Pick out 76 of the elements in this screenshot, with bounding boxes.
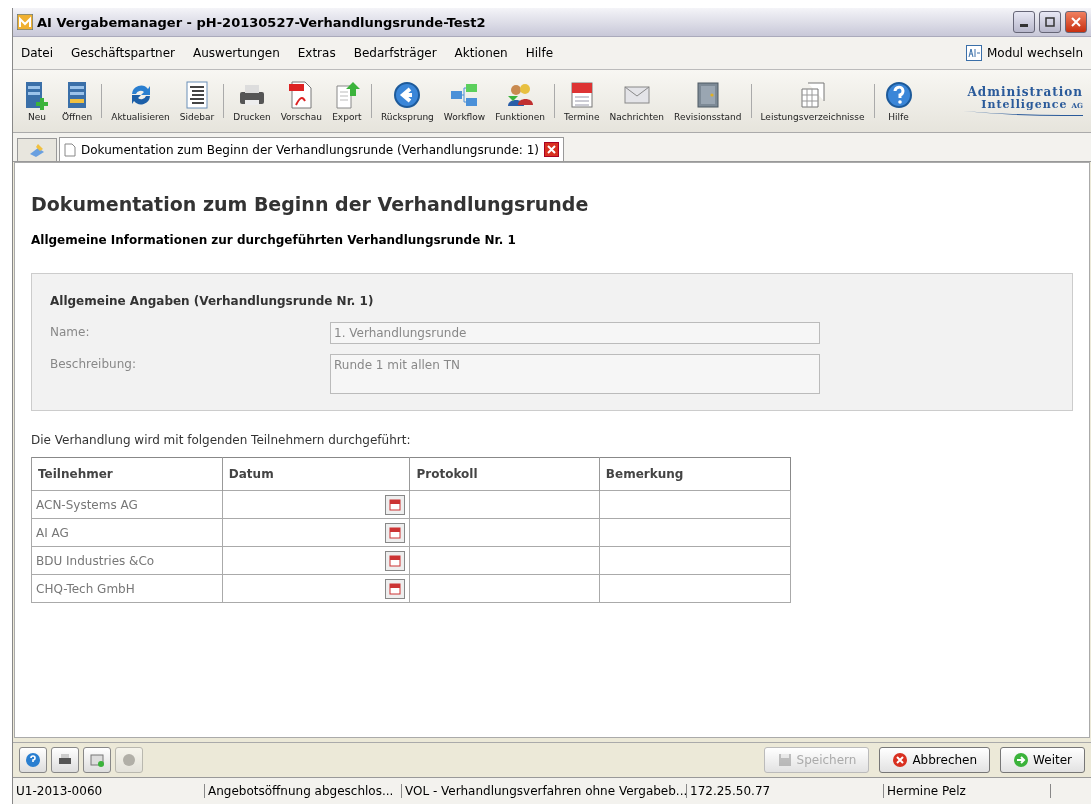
toolbar-button[interactable]: Aktualisieren <box>106 78 175 124</box>
logo-text: Intelligence <box>981 98 1068 111</box>
action-button[interactable]: Abbrechen <box>879 747 991 773</box>
participants-intro: Die Verhandlung wird mit folgenden Teilnehmern durchgeführt: <box>31 433 412 447</box>
toolbar-button[interactable]: Workflow <box>438 78 491 124</box>
calendar-button[interactable] <box>385 578 406 599</box>
toolbar-button[interactable]: Export <box>326 78 367 124</box>
document-icon <box>64 142 76 157</box>
toolbar-button[interactable]: Termine <box>558 78 605 124</box>
toolbar-button[interactable]: Vorschau <box>275 78 327 124</box>
menu-item[interactable]: Aktionen <box>454 46 508 60</box>
toolbar-button[interactable]: Nachrichten <box>604 78 670 124</box>
calendar-icon <box>389 526 402 539</box>
menu-item[interactable]: Datei <box>21 46 53 60</box>
toolbar-button[interactable]: Funktionen <box>490 78 550 124</box>
page-subtitle: Allgemeine Informationen zur durchgeführten Verhandlungsrunde Nr. 1 <box>31 233 517 247</box>
participant-cell: AI AG <box>31 518 223 547</box>
logo-text: Administration <box>967 86 1083 98</box>
toolbar-button[interactable]: Neu <box>17 78 57 124</box>
calendar-button[interactable] <box>385 494 406 515</box>
close-icon <box>546 145 556 154</box>
status-text: Hermine Pelz <box>884 784 1051 798</box>
mail-add-icon-button[interactable] <box>83 747 111 773</box>
toolbar-button[interactable]: Revisionsstand <box>669 78 747 124</box>
participant-cell: BDU Industries &Co <box>31 546 223 575</box>
window-title: AI Vergabemanager - pH-20130527-Verhandlungsrunde-Test2 <box>37 14 487 30</box>
menu-item[interactable]: Bedarfsträger <box>353 46 437 60</box>
document-tab[interactable]: Dokumentation zum Beginn der Verhandlungsrunde (Verhandlungsrunde: 1) <box>59 137 564 161</box>
calendar-button[interactable] <box>385 522 406 543</box>
menu-item[interactable]: Geschäftspartner <box>71 46 175 60</box>
status-text: VOL - Verhandlungsverfahren ohne Vergabeb... <box>402 784 687 798</box>
pen-icon <box>28 142 46 158</box>
mail-add-icon <box>89 752 105 768</box>
toolbar-button[interactable]: Hilfe <box>878 78 919 124</box>
help-icon-button[interactable] <box>19 747 47 773</box>
calendar-button[interactable] <box>385 550 406 571</box>
menu-item[interactable]: Auswertungen <box>193 46 280 60</box>
toolbar-button[interactable]: Öffnen <box>57 78 98 124</box>
participant-cell: ACN-Systems AG <box>31 490 223 519</box>
calendar-icon <box>389 554 402 567</box>
close-button[interactable] <box>1065 11 1087 33</box>
maximize-icon <box>1045 17 1055 27</box>
toolbar-button[interactable]: Rücksprung <box>375 78 439 124</box>
app-icon <box>17 14 33 30</box>
toolbar-button[interactable]: Drucken <box>228 78 276 124</box>
status-text: U1-2013-0060 <box>13 784 205 798</box>
help-icon <box>883 80 914 110</box>
close-tab-button[interactable] <box>543 142 559 157</box>
page-title: Dokumentation zum Beginn der Verhandlungsrunde <box>31 193 590 215</box>
field-label: Beschreibung: <box>50 356 137 371</box>
close-icon <box>1071 17 1081 27</box>
cancel-icon <box>892 752 909 768</box>
participant-cell: CHQ-Tech GmbH <box>31 574 223 603</box>
column-header: Datum <box>222 457 410 491</box>
status-text: Angebotsöffnung abgeschlos... <box>205 784 402 798</box>
printer-icon-button[interactable] <box>51 747 79 773</box>
status-text: 172.25.50.77 <box>687 784 884 798</box>
module-icon <box>965 45 982 61</box>
toolbar-button[interactable]: Sidebar <box>174 78 220 124</box>
calendar-icon <box>389 582 402 595</box>
column-header: Teilnehmer <box>31 457 223 491</box>
toolbar-button[interactable]: Leistungsverzeichnisse <box>755 78 870 124</box>
module-switch-link[interactable]: Modul wechseln <box>986 46 1083 60</box>
calendar-icon <box>389 498 402 511</box>
save-icon <box>776 752 793 768</box>
field-label: Name: <box>50 324 91 339</box>
column-header: Bemerkung <box>599 457 791 491</box>
help-icon <box>25 752 41 768</box>
minimize-button[interactable] <box>1013 11 1035 33</box>
maximize-button[interactable] <box>1039 11 1061 33</box>
minimize-icon <box>1020 23 1028 27</box>
menu-item[interactable]: Extras <box>297 46 336 60</box>
menu-item[interactable]: Hilfe <box>525 46 554 60</box>
action-button[interactable]: Weiter <box>1000 747 1085 773</box>
column-header: Protokoll <box>409 457 600 491</box>
panel-heading: Allgemeine Angaben (Verhandlungsrunde Nr. 1) <box>50 294 375 308</box>
